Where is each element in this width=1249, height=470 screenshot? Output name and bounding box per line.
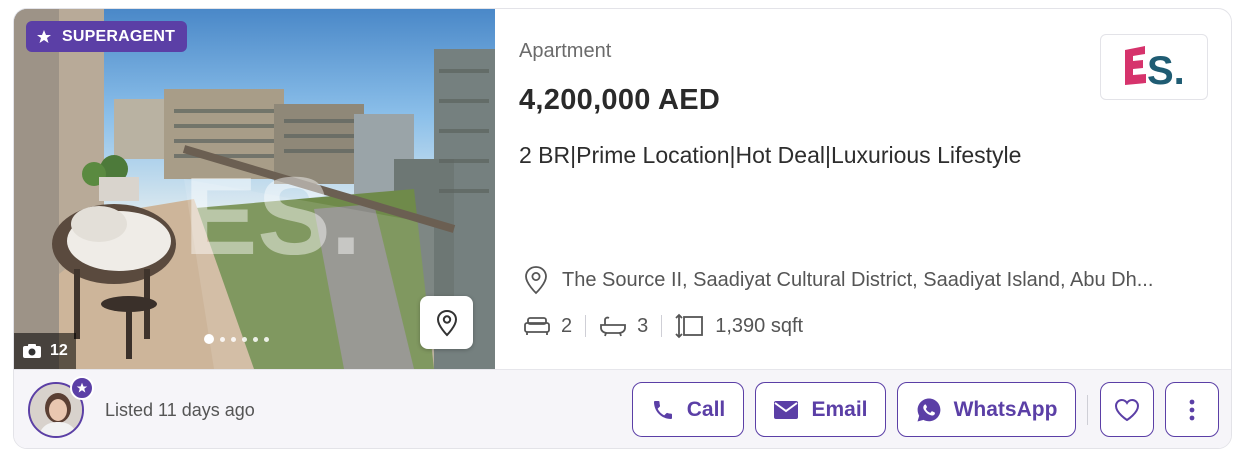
carousel-dot[interactable] <box>231 336 236 342</box>
bathrooms-count: 3 <box>637 314 649 337</box>
superagent-badge: SUPERAGENT <box>26 21 188 52</box>
property-card[interactable]: ES. SUPERAGENT 12 Apartment 4,200,000 AE… <box>13 8 1232 449</box>
carousel-dot[interactable] <box>204 334 214 344</box>
camera-icon <box>23 344 41 358</box>
bathrooms-spec: 3 <box>599 315 648 338</box>
email-label: Email <box>811 397 868 421</box>
bathtub-icon <box>600 316 627 337</box>
heart-icon <box>1114 398 1140 421</box>
property-specs: 2 3 1,390 sqft <box>523 312 803 340</box>
agency-logo-image: S. <box>1125 46 1185 92</box>
bedrooms-count: 2 <box>561 314 573 337</box>
card-footer: Listed 11 days ago Call Email WhatsApp <box>14 369 1231 448</box>
more-options-button[interactable] <box>1165 382 1219 437</box>
carousel-dot[interactable] <box>242 336 247 342</box>
area-icon <box>675 313 704 339</box>
carousel-dot[interactable] <box>253 336 258 342</box>
watermark-text: ES. <box>184 155 361 278</box>
superagent-badge-label: SUPERAGENT <box>62 27 176 45</box>
phone-icon <box>653 400 672 419</box>
bed-icon <box>524 317 550 335</box>
agent-superagent-badge <box>70 376 94 400</box>
superagent-star-icon <box>76 382 88 393</box>
spec-divider <box>661 315 663 337</box>
call-label: Call <box>686 397 726 421</box>
location-text: The Source II, Saadiyat Cultural Distric… <box>562 268 1154 291</box>
svg-text:S.: S. <box>1147 49 1185 92</box>
actions-divider <box>1087 395 1088 425</box>
superagent-star-icon <box>37 29 51 43</box>
map-pin-icon <box>436 309 457 336</box>
more-vertical-icon <box>1189 399 1195 420</box>
photo-count-value: 12 <box>50 342 68 359</box>
price: 4,200,000 AED <box>519 84 721 116</box>
location: The Source II, Saadiyat Cultural Distric… <box>523 265 1153 295</box>
map-button[interactable] <box>420 296 473 349</box>
whatsapp-button[interactable]: WhatsApp <box>897 382 1076 437</box>
area-spec: 1,390 sqft <box>675 312 803 340</box>
envelope-icon <box>774 400 799 419</box>
listing-info: Apartment 4,200,000 AED 2 BR|Prime Locat… <box>519 9 1219 369</box>
area-value: 1,390 sqft <box>715 314 804 337</box>
property-type: Apartment <box>519 40 612 62</box>
agent-avatar-wrapper[interactable] <box>28 376 94 440</box>
bedrooms-spec: 2 <box>523 315 572 338</box>
property-photo[interactable]: ES. SUPERAGENT 12 <box>14 9 495 369</box>
call-button[interactable]: Call <box>632 382 744 437</box>
carousel-dots[interactable] <box>204 334 269 344</box>
whatsapp-icon <box>917 398 940 421</box>
location-pin-icon <box>525 266 547 295</box>
listed-date: Listed 11 days ago <box>105 400 255 420</box>
carousel-dot[interactable] <box>264 336 269 342</box>
listing-title[interactable]: 2 BR|Prime Location|Hot Deal|Luxurious L… <box>519 135 1039 176</box>
email-button[interactable]: Email <box>755 382 886 437</box>
agency-logo[interactable]: S. <box>1100 34 1208 100</box>
whatsapp-label: WhatsApp <box>953 397 1058 421</box>
photo-count[interactable]: 12 <box>14 333 76 369</box>
carousel-dot[interactable] <box>220 336 225 342</box>
favorite-button[interactable] <box>1100 382 1154 437</box>
spec-divider <box>585 315 587 337</box>
